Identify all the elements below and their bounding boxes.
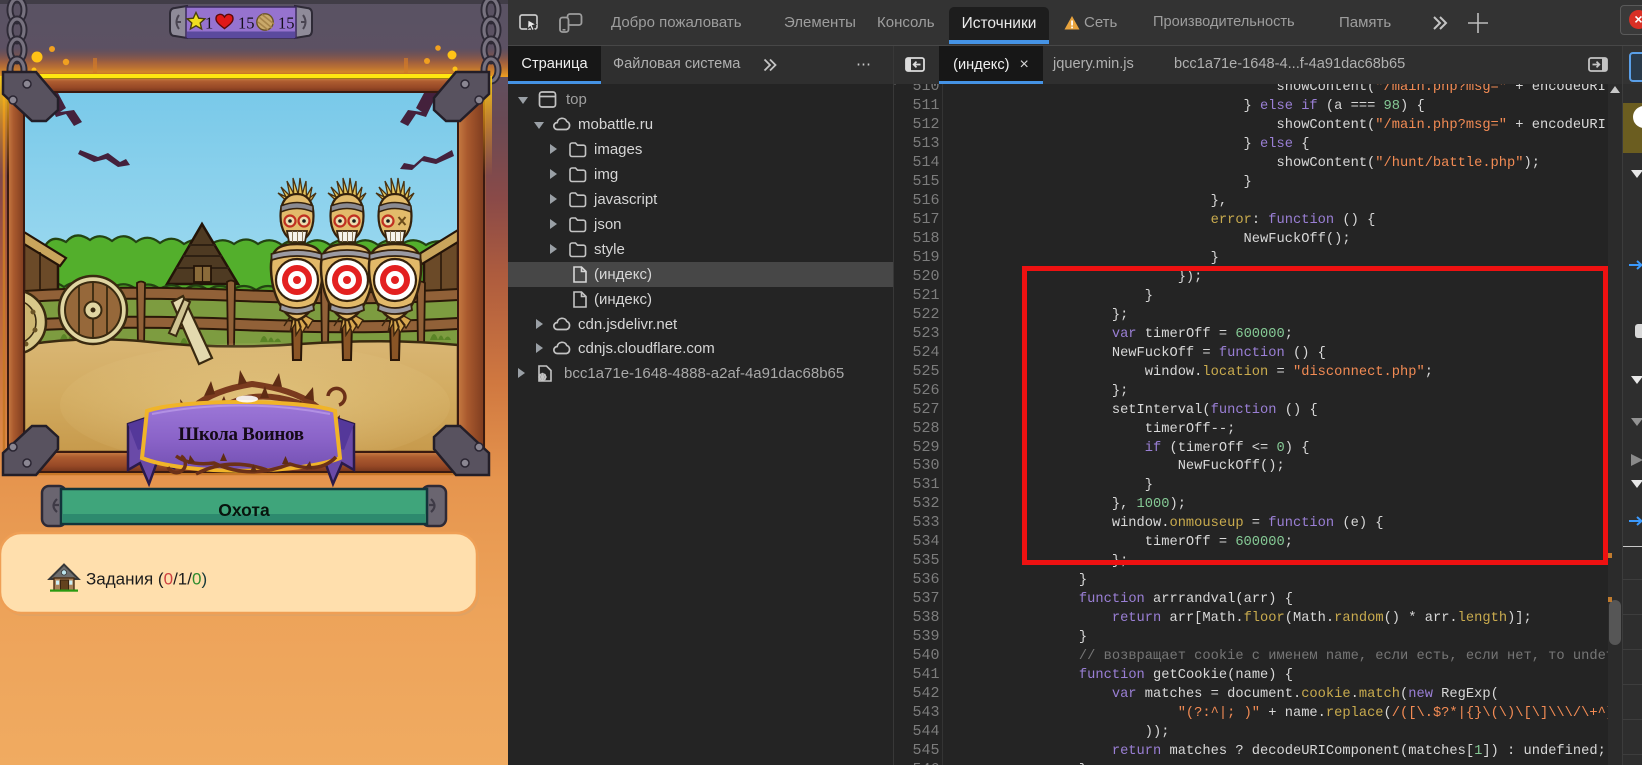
- svg-text:Школа Воинов: Школа Воинов: [178, 424, 304, 445]
- svg-text:1: 1: [205, 14, 213, 33]
- svg-text:Задания (0/1/0): Задания (0/1/0): [86, 570, 207, 589]
- svg-text:15: 15: [278, 14, 295, 33]
- svg-text:15: 15: [238, 14, 255, 33]
- svg-text:Охота: Охота: [218, 500, 270, 520]
